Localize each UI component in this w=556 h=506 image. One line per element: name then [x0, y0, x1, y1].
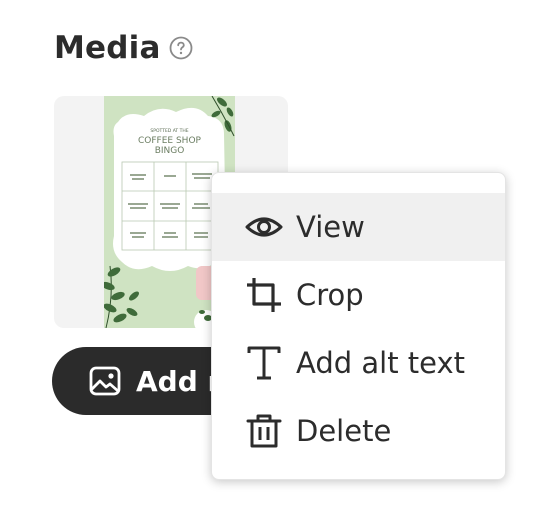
- menu-item-view[interactable]: View: [212, 193, 505, 261]
- question-circle-icon[interactable]: [169, 36, 193, 60]
- media-header: Media: [54, 30, 193, 66]
- media-context-menu: View Crop Add alt text Delete: [211, 172, 506, 480]
- media-title: Media: [54, 30, 161, 66]
- media-panel: Media SPOTTED AT THE COFFEE SHOP BINGO A…: [0, 0, 556, 506]
- menu-item-crop[interactable]: Crop: [212, 261, 505, 329]
- menu-item-label: Delete: [296, 414, 392, 448]
- thumbnail-title-line1: COFFEE SHOP: [138, 136, 202, 146]
- thumbnail-title-line2: BINGO: [155, 146, 185, 156]
- menu-item-label: Add alt text: [296, 346, 466, 380]
- trash-icon: [246, 414, 282, 448]
- crop-icon: [247, 278, 281, 312]
- menu-item-add-alt-text[interactable]: Add alt text: [212, 329, 505, 397]
- menu-item-label: Crop: [296, 278, 364, 312]
- image-icon: [89, 366, 121, 396]
- eye-icon: [245, 217, 283, 237]
- menu-item-delete[interactable]: Delete: [212, 397, 505, 465]
- text-t-icon: [247, 346, 281, 380]
- menu-item-label: View: [296, 210, 365, 244]
- thumbnail-small-caption: SPOTTED AT THE: [150, 128, 188, 134]
